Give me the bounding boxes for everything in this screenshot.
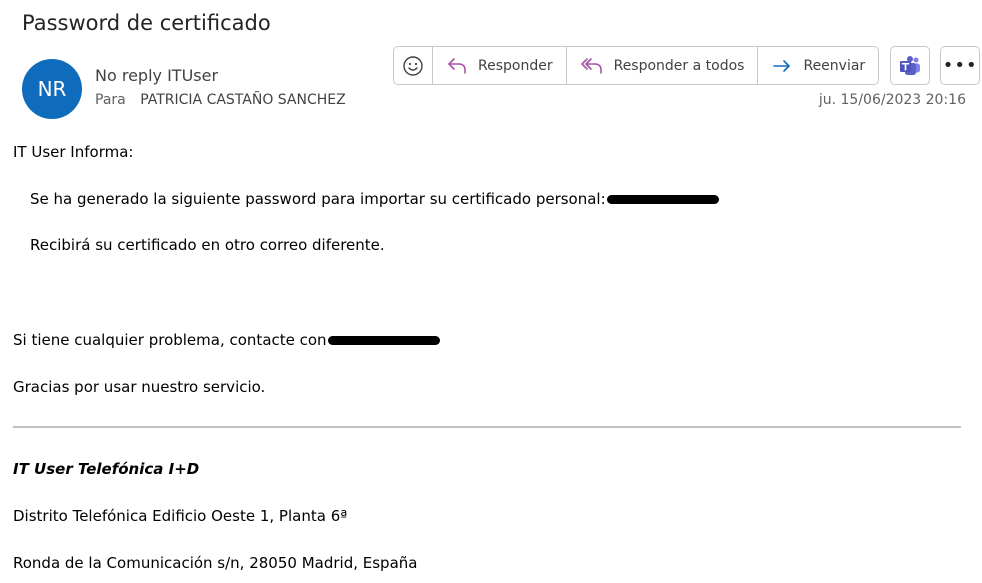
signature-org: IT User Telefónica I+D <box>13 460 200 478</box>
forward-label: Reenviar <box>803 57 866 74</box>
sender-name[interactable]: No reply ITUser <box>95 66 218 85</box>
thanks-line: Gracias por usar nuestro servicio. <box>13 378 266 396</box>
greeting-line: IT User Informa: <box>13 143 134 161</box>
sender-avatar[interactable]: NR <box>22 59 82 119</box>
message-toolbar: Responder Responder a todos Reenviar ••• <box>393 46 981 85</box>
reply-button-group: Responder Responder a todos Reenviar <box>393 46 880 85</box>
recipient-name[interactable]: PATRICIA CASTAÑO SANCHEZ <box>140 92 346 108</box>
forward-button[interactable]: Reenviar <box>758 47 878 84</box>
certificate-line: Recibirá su certificado en otro correo d… <box>30 236 385 254</box>
forward-icon <box>773 59 791 72</box>
teams-icon <box>900 55 921 75</box>
reply-label: Responder <box>478 57 553 74</box>
password-line-text: Se ha generado la siguiente password par… <box>30 190 606 208</box>
signature-divider <box>13 426 961 428</box>
reply-button[interactable]: Responder <box>433 47 567 84</box>
to-label: Para <box>95 92 126 108</box>
redacted-password <box>606 195 719 204</box>
emoji-icon <box>403 55 423 76</box>
password-line: Se ha generado la siguiente password par… <box>30 190 719 208</box>
signature-address-2: Ronda de la Comunicación s/n, 28050 Madr… <box>13 554 418 572</box>
reply-all-icon <box>580 57 602 74</box>
teams-button[interactable] <box>890 46 931 85</box>
contact-email-link[interactable] <box>327 331 440 349</box>
recipient-row: Para PATRICIA CASTAÑO SANCHEZ <box>95 92 346 108</box>
reply-all-button[interactable]: Responder a todos <box>567 47 759 84</box>
redacted-email <box>327 336 440 345</box>
email-subject: Password de certificado <box>22 11 271 35</box>
contact-line: Si tiene cualquier problema, contacte co… <box>13 331 440 349</box>
signature-address-1: Distrito Telefónica Edificio Oeste 1, Pl… <box>13 507 348 525</box>
received-date: ju. 15/06/2023 20:16 <box>818 92 966 108</box>
contact-line-text: Si tiene cualquier problema, contacte co… <box>13 331 327 349</box>
reply-all-label: Responder a todos <box>613 57 745 74</box>
reply-icon <box>448 57 466 74</box>
more-actions-button[interactable]: ••• <box>940 46 981 85</box>
reaction-button[interactable] <box>394 47 433 84</box>
